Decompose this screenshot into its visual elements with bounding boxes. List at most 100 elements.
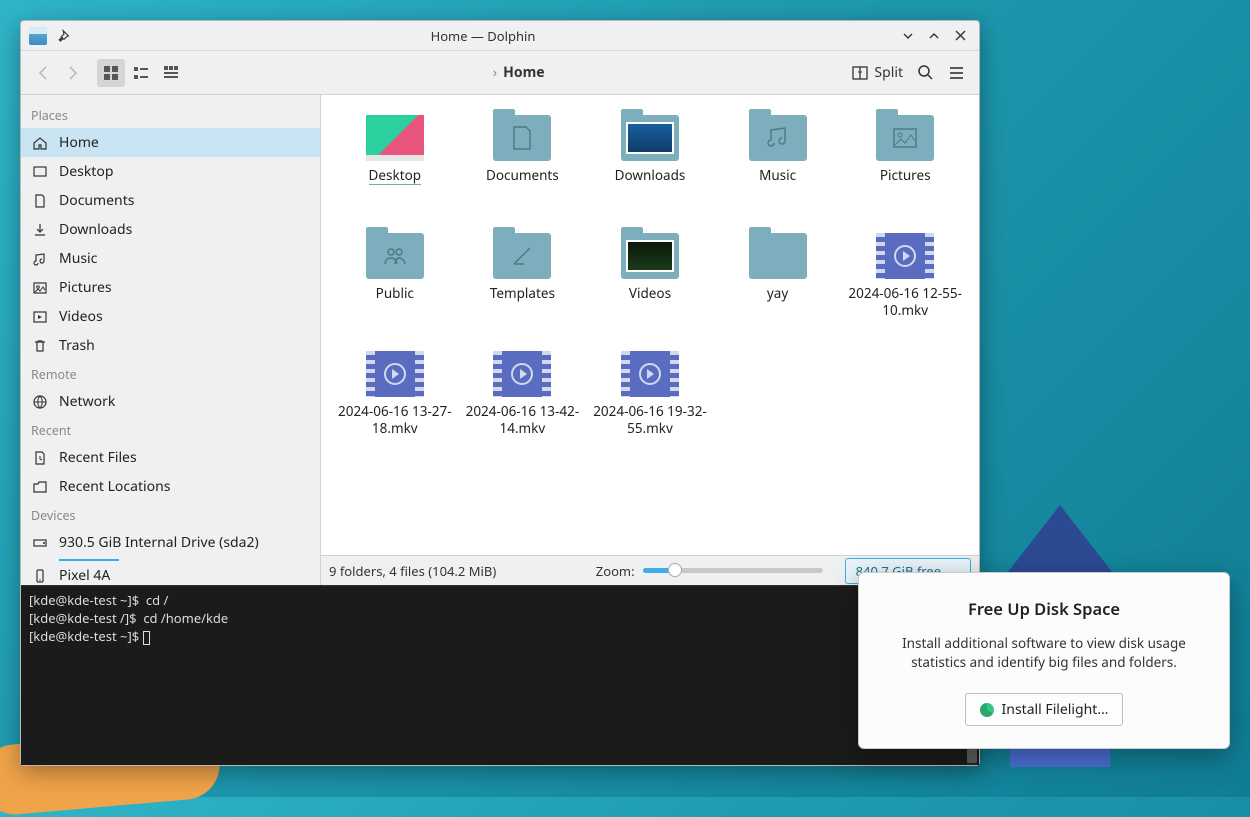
sidebar-item-music[interactable]: Music xyxy=(21,244,320,273)
phone-icon xyxy=(31,567,49,585)
close-button[interactable] xyxy=(949,25,971,47)
icon-grid[interactable]: Desktop DocumentsDownloads Music Pictures Pu… xyxy=(321,95,979,555)
sidebar-item-recent-locations[interactable]: Recent Locations xyxy=(21,472,320,501)
search-button[interactable] xyxy=(917,64,934,81)
details-view-button[interactable] xyxy=(157,59,185,87)
places-panel: Places HomeDesktopDocumentsDownloadsMusi… xyxy=(21,95,321,585)
sidebar-item-label: Music xyxy=(59,249,97,268)
folder-icon xyxy=(749,233,807,279)
compact-view-button[interactable] xyxy=(127,59,155,87)
devices-header: Devices xyxy=(21,501,320,528)
search-icon xyxy=(917,64,934,81)
folder-icon xyxy=(749,115,807,161)
file-item[interactable]: 2024-06-16 13-27-18.mkv xyxy=(331,349,459,459)
sidebar-item-network[interactable]: Network xyxy=(21,387,320,416)
folder-icon xyxy=(366,233,424,279)
file-item[interactable]: Desktop xyxy=(331,113,459,223)
view-mode-group xyxy=(97,59,185,87)
window-title: Home — Dolphin xyxy=(73,27,893,45)
file-view: Desktop DocumentsDownloads Music Pictures Pu… xyxy=(321,95,979,585)
recent-files-icon xyxy=(31,449,49,467)
file-item[interactable]: Downloads xyxy=(586,113,714,223)
sidebar-item-pixel-4a[interactable]: Pixel 4A xyxy=(21,561,320,585)
embedded-terminal[interactable]: [kde@kde-test ~]$ cd / [kde@kde-test /]$… xyxy=(21,585,979,765)
folder-icon xyxy=(621,233,679,279)
file-item-label: 2024-06-16 13-42-14.mkv xyxy=(462,403,582,437)
sidebar-item-desktop[interactable]: Desktop xyxy=(21,157,320,186)
split-label: Split xyxy=(874,63,903,82)
file-item[interactable]: Pictures xyxy=(841,113,969,223)
filelight-icon xyxy=(980,703,994,717)
sidebar-item-trash[interactable]: Trash xyxy=(21,331,320,360)
icons-view-button[interactable] xyxy=(97,59,125,87)
file-item-label: Desktop xyxy=(369,167,422,185)
desktop-folder-icon xyxy=(366,115,424,161)
back-button[interactable] xyxy=(31,60,57,86)
menu-button[interactable] xyxy=(948,64,965,81)
breadcrumb[interactable]: › Home xyxy=(187,63,850,82)
sidebar-item-home[interactable]: Home xyxy=(21,128,320,157)
file-item[interactable]: Videos xyxy=(586,231,714,341)
folder-thumbnail xyxy=(626,240,674,272)
install-filelight-button[interactable]: Install Filelight… xyxy=(965,693,1124,726)
zoom-slider-knob[interactable] xyxy=(668,563,682,577)
sidebar-item-label: Trash xyxy=(59,336,95,355)
video-file-icon xyxy=(493,351,551,397)
dolphin-window: Home — Dolphin › Home Split Pl xyxy=(20,20,980,766)
sidebar-item-documents[interactable]: Documents xyxy=(21,186,320,215)
file-item-label: 2024-06-16 12-55-10.mkv xyxy=(845,285,965,319)
sidebar-item-label: Recent Files xyxy=(59,448,137,467)
sidebar-item-label: Videos xyxy=(59,307,103,326)
drive-icon xyxy=(31,534,49,552)
maximize-button[interactable] xyxy=(923,25,945,47)
remote-header: Remote xyxy=(21,360,320,387)
sidebar-item-label: Network xyxy=(59,392,115,411)
folder-glyph-icon xyxy=(892,127,918,149)
file-item-label: 2024-06-16 13-27-18.mkv xyxy=(335,403,455,437)
recent-header: Recent xyxy=(21,416,320,443)
forward-button[interactable] xyxy=(59,60,85,86)
sidebar-item-label: Desktop xyxy=(59,162,113,181)
video-file-icon xyxy=(621,351,679,397)
pin-icon[interactable] xyxy=(57,28,73,44)
sidebar-item-videos[interactable]: Videos xyxy=(21,302,320,331)
sidebar-item-pictures[interactable]: Pictures xyxy=(21,273,320,302)
file-item[interactable]: 2024-06-16 13-42-14.mkv xyxy=(459,349,587,459)
sidebar-item-label: Home xyxy=(59,133,99,152)
file-item[interactable]: Templates xyxy=(459,231,587,341)
videos-icon xyxy=(31,308,49,326)
file-item[interactable]: 2024-06-16 19-32-55.mkv xyxy=(586,349,714,459)
file-item-label: Pictures xyxy=(880,167,931,184)
split-button[interactable]: Split xyxy=(852,63,903,82)
sidebar-item-recent-files[interactable]: Recent Files xyxy=(21,443,320,472)
file-item-label: Music xyxy=(759,167,796,184)
chevron-right-icon: › xyxy=(493,63,497,82)
file-item[interactable]: Documents xyxy=(459,113,587,223)
sidebar-item-downloads[interactable]: Downloads xyxy=(21,215,320,244)
network-icon xyxy=(31,393,49,411)
popup-body: Install additional software to view disk… xyxy=(879,634,1209,673)
window-body: Places HomeDesktopDocumentsDownloadsMusi… xyxy=(21,95,979,585)
sidebar-item-label: Pictures xyxy=(59,278,112,297)
music-icon xyxy=(31,250,49,268)
file-item[interactable]: yay xyxy=(714,231,842,341)
minimize-button[interactable] xyxy=(897,25,919,47)
file-item[interactable]: Music xyxy=(714,113,842,223)
install-filelight-label: Install Filelight… xyxy=(1002,700,1109,719)
desktop-icon xyxy=(31,163,49,181)
zoom-slider[interactable] xyxy=(643,568,823,573)
toolbar: › Home Split xyxy=(21,51,979,95)
sidebar-item-label: Pixel 4A xyxy=(59,566,110,585)
file-item[interactable]: Public xyxy=(331,231,459,341)
file-item[interactable]: 2024-06-16 12-55-10.mkv xyxy=(841,231,969,341)
terminal-cursor xyxy=(143,631,150,645)
status-summary: 9 folders, 4 files (104.2 MiB) xyxy=(329,562,496,580)
folder-icon xyxy=(621,115,679,161)
folder-glyph-icon xyxy=(382,245,408,267)
folder-glyph-icon xyxy=(510,244,534,268)
folder-icon xyxy=(493,233,551,279)
sidebar-item-930-5-gib-internal-drive-sda2-[interactable]: 930.5 GiB Internal Drive (sda2) xyxy=(21,528,320,557)
video-file-icon xyxy=(876,233,934,279)
zoom-control: Zoom: xyxy=(596,562,831,580)
folder-icon xyxy=(493,115,551,161)
